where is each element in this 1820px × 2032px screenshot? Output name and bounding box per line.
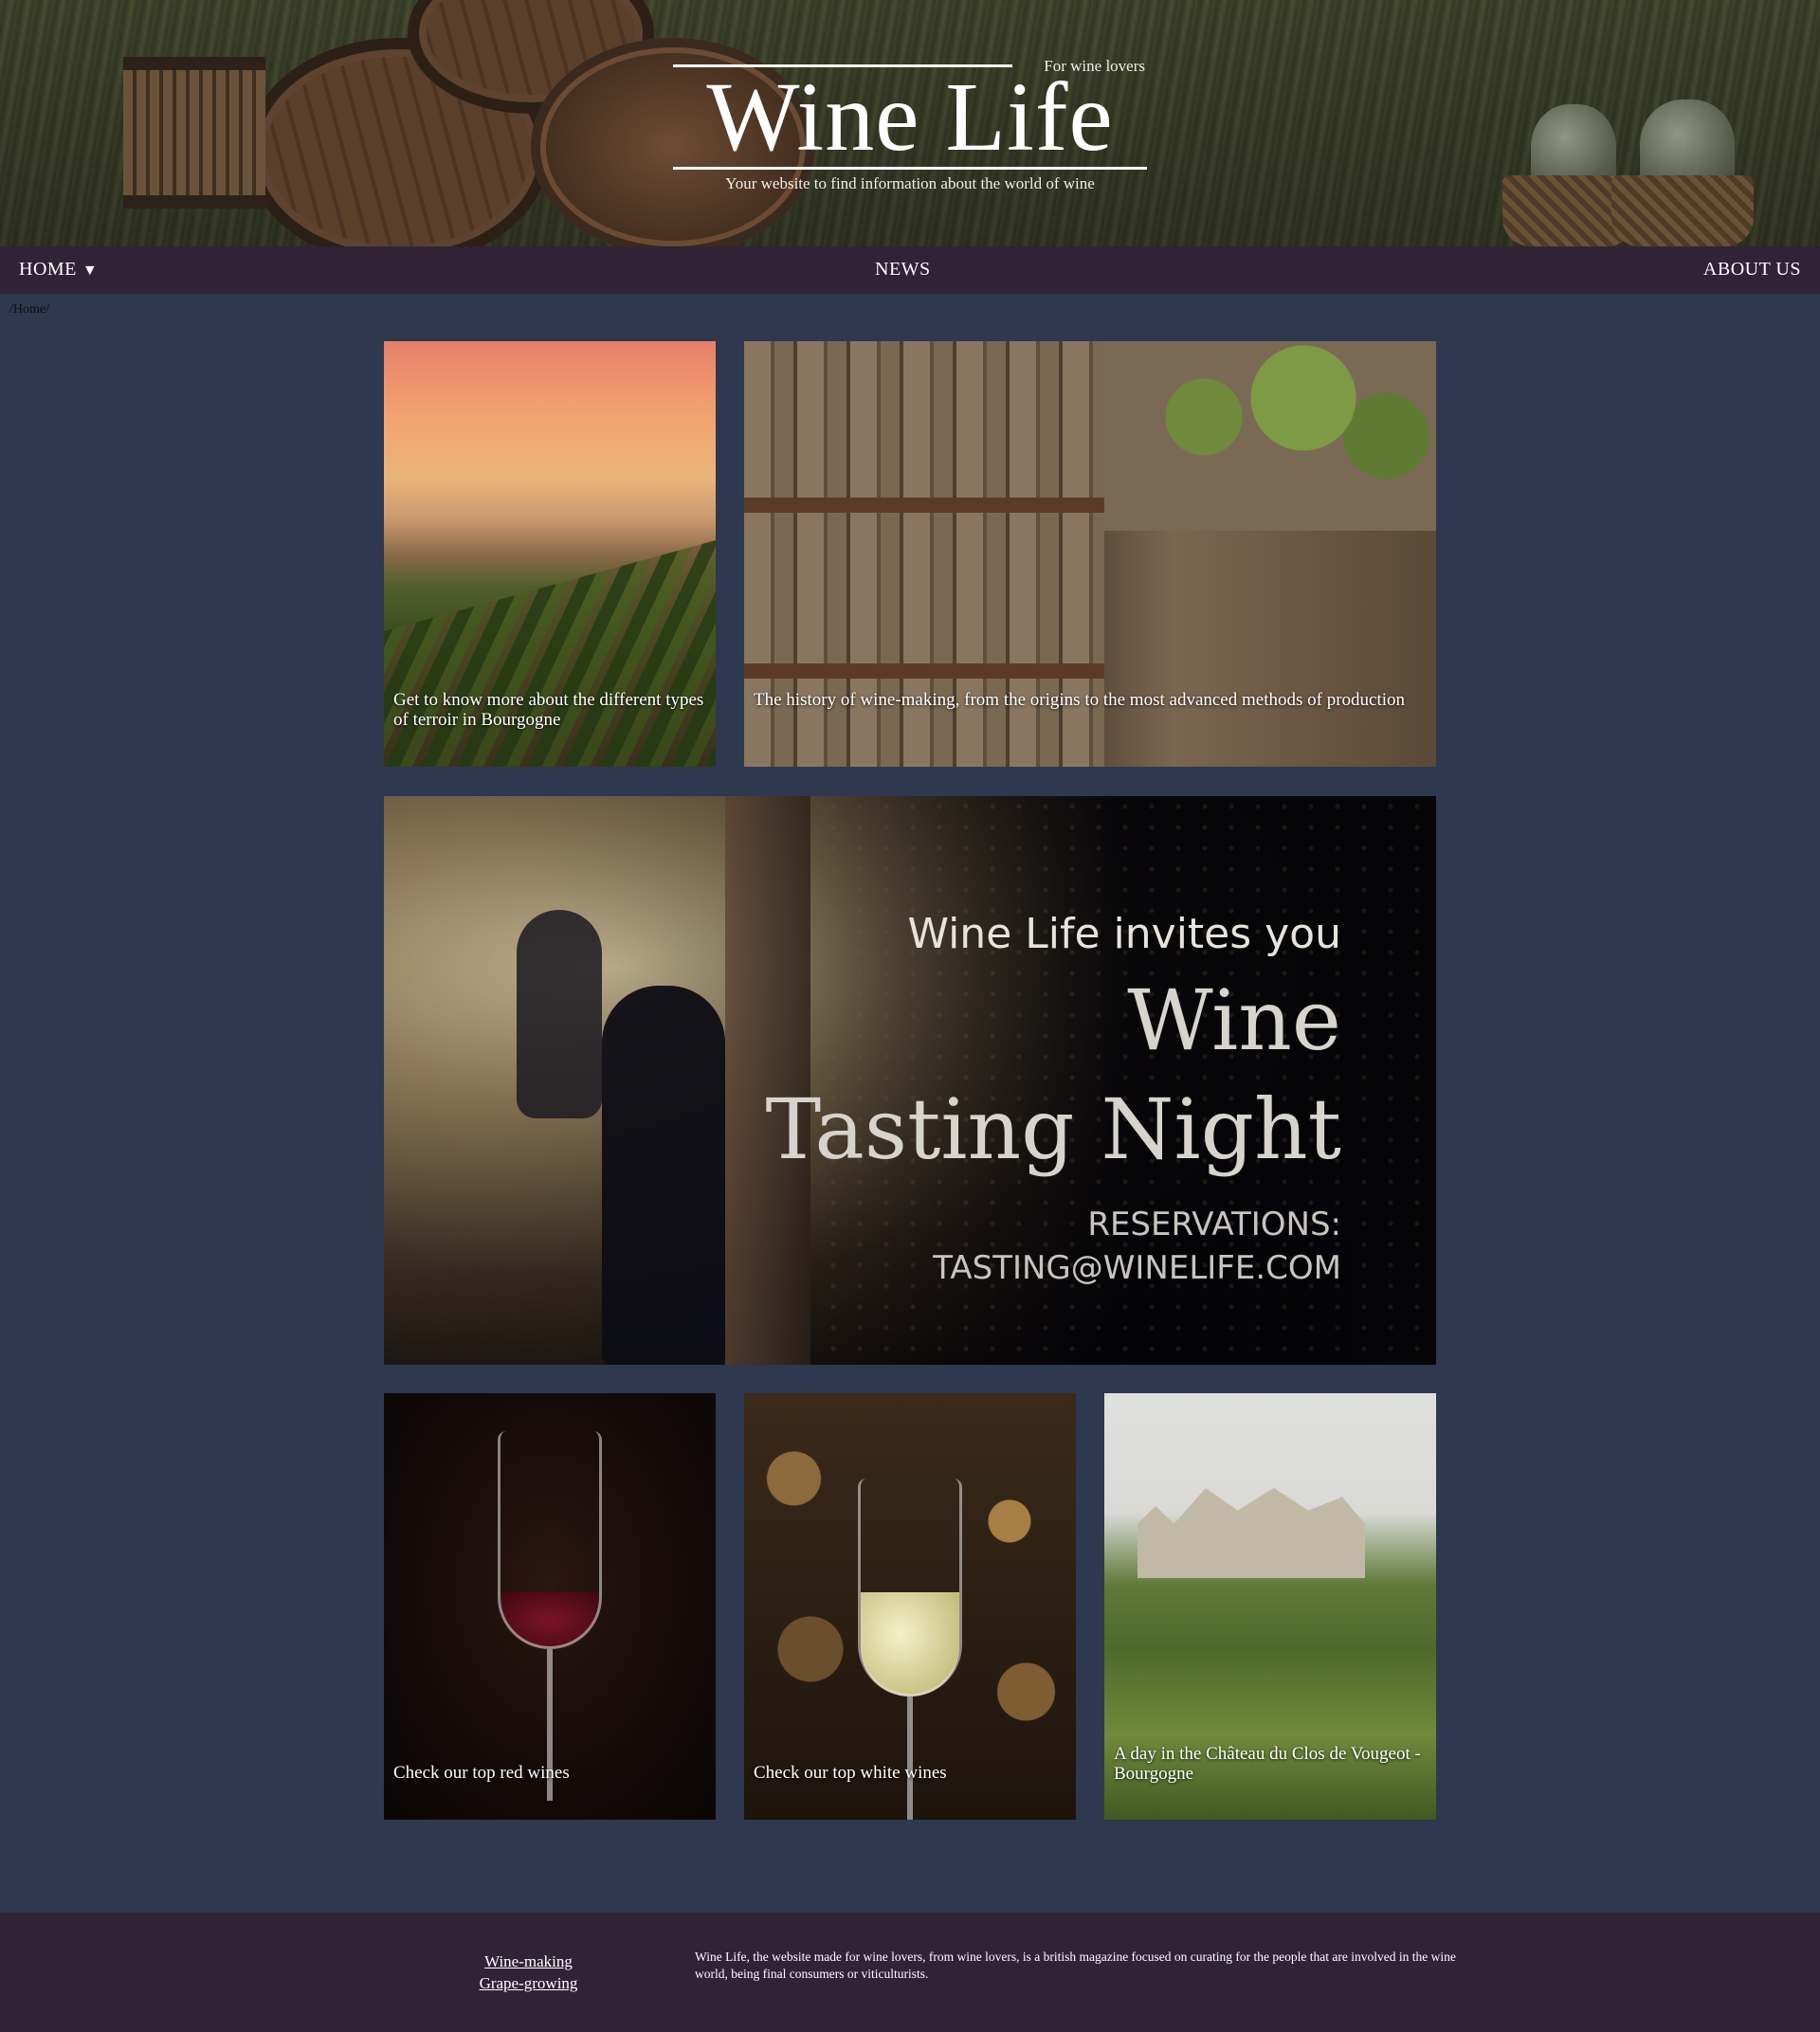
main-nav: HOME ▼ NEWS ABOUT US — [0, 246, 1820, 294]
vineyard-image — [384, 540, 716, 767]
logo-rule-bottom — [673, 167, 1147, 170]
nav-about-us[interactable]: ABOUT US — [1703, 259, 1801, 281]
event-banner[interactable]: Wine Life invites you Wine Tasting Night… — [384, 796, 1436, 1365]
vat-hoop — [744, 498, 1104, 513]
card-white-wines[interactable]: Check our top white wines — [744, 1393, 1076, 1820]
event-reservations-label: RESERVATIONS: — [1087, 1206, 1341, 1243]
person-silhouette — [602, 986, 725, 1365]
vine-leaves-image — [1104, 341, 1436, 531]
card-caption: Get to know more about the different typ… — [393, 690, 704, 730]
nav-home-label: HOME — [19, 259, 77, 280]
header-banner: For wine lovers Wine Life Your website t… — [0, 0, 1820, 246]
event-email: TASTING@WINELIFE.COM — [933, 1249, 1341, 1287]
basket-image — [1611, 175, 1754, 246]
card-red-wines[interactable]: Check our top red wines — [384, 1393, 716, 1820]
site-subtitle: Your website to find information about t… — [725, 174, 1095, 192]
card-caption: The history of wine-making, from the ori… — [754, 690, 1406, 710]
person-silhouette — [517, 910, 602, 1118]
nav-home[interactable]: HOME ▼ — [19, 259, 98, 281]
nav-news[interactable]: NEWS — [875, 259, 931, 281]
footer-link-grape-growing[interactable]: Grape-growing — [464, 1972, 592, 1994]
card-chateau-clos-de-vougeot[interactable]: A day in the Château du Clos de Vougeot … — [1104, 1393, 1436, 1820]
event-invite: Wine Life invites you — [907, 910, 1341, 958]
footer-links: Wine-making Grape-growing — [464, 1950, 592, 1994]
event-title-line2: Tasting Night — [765, 1080, 1342, 1178]
card-terroir[interactable]: Get to know more about the different typ… — [384, 341, 716, 767]
card-caption: A day in the Château du Clos de Vougeot … — [1114, 1744, 1421, 1784]
wine-press-image — [123, 57, 265, 209]
site-title: Wine Life — [706, 63, 1114, 172]
chateau-image — [1138, 1488, 1365, 1578]
card-caption: Check our top white wines — [754, 1763, 947, 1783]
vat-hoop — [744, 663, 1104, 679]
event-title-line1: Wine — [1127, 971, 1341, 1069]
site-logo[interactable]: For wine lovers Wine Life Your website t… — [673, 55, 1147, 207]
card-caption: Check our top red wines — [393, 1763, 570, 1783]
caret-down-icon: ▼ — [82, 263, 99, 279]
card-winemaking-history[interactable]: The history of wine-making, from the ori… — [744, 341, 1436, 767]
footer-link-wine-making[interactable]: Wine-making — [464, 1950, 592, 1972]
breadcrumb[interactable]: /Home/ — [9, 302, 49, 318]
footer-about-text: Wine Life, the website made for wine lov… — [695, 1950, 1456, 1981]
footer: Wine-making Grape-growing Wine Life, the… — [0, 1913, 1820, 2032]
